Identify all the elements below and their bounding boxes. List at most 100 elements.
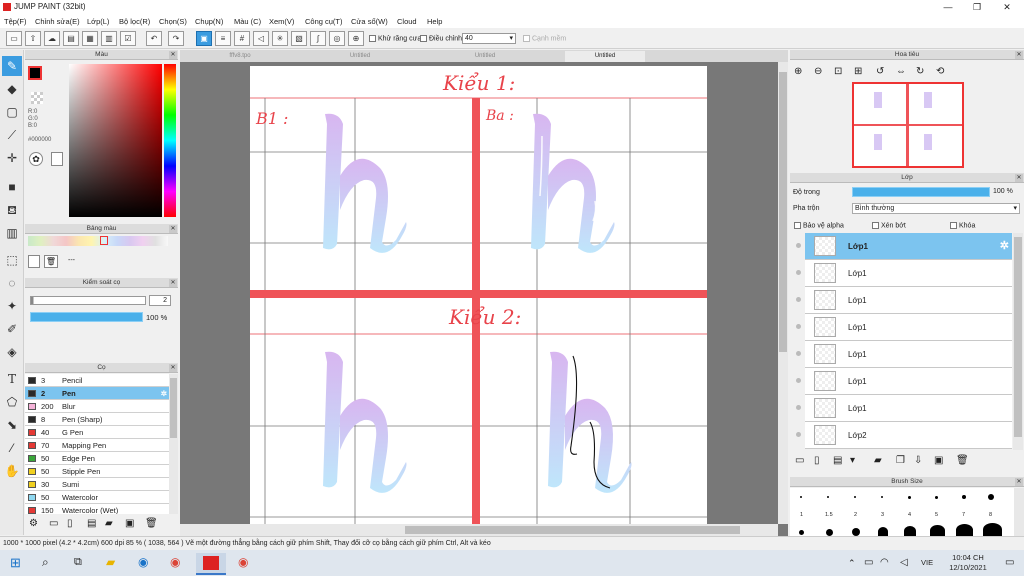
close-button[interactable]: ✕ [992, 0, 1022, 15]
close-icon[interactable]: ✕ [169, 364, 177, 372]
rotate-left-icon[interactable]: ↺ [876, 66, 884, 77]
folder-icon[interactable]: ▰ [874, 455, 882, 466]
task-view-icon[interactable]: ⧉ [74, 556, 82, 569]
hue-slider[interactable] [164, 64, 176, 217]
menu-layer[interactable]: Lớp(L) [87, 17, 109, 26]
eraser-tool-icon[interactable]: ◆ [2, 79, 22, 99]
close-icon[interactable]: ✕ [169, 279, 177, 287]
grid-icon[interactable]: # [234, 31, 250, 46]
text-tool-icon[interactable]: T [2, 369, 22, 389]
file-explorer-icon[interactable]: ▰ [106, 555, 115, 569]
fill-shape-icon[interactable]: ■ [2, 177, 22, 197]
soft-edge-checkbox[interactable]: Cạnh mềm [523, 35, 566, 42]
canvas-vertical-scrollbar[interactable] [778, 62, 788, 524]
size-dot[interactable] [827, 496, 829, 498]
grid-lines-icon[interactable]: ≡ [215, 31, 231, 46]
layer-row[interactable]: Lớp1 ✲ [796, 233, 1012, 260]
size-dot[interactable] [852, 528, 860, 536]
size-dot[interactable] [854, 496, 856, 498]
drawing-canvas[interactable]: Kiểu 1: B1 : Ba : Kiểu 2: [250, 66, 707, 524]
foreground-color-swatch[interactable] [28, 66, 42, 80]
close-icon[interactable]: ✕ [1015, 174, 1023, 182]
search-icon[interactable]: ⌕ [42, 555, 49, 570]
brush-export-icon[interactable]: ▣ [125, 518, 134, 529]
new-layer-1bit-icon[interactable]: ▤ [833, 455, 842, 466]
brush-item[interactable]: 50 Watercolor [25, 491, 169, 504]
saturation-value-picker[interactable] [69, 64, 162, 217]
redo-icon[interactable]: ↷ [168, 31, 184, 46]
menu-select[interactable]: Chọn(S) [159, 17, 187, 26]
brush-item[interactable]: 30 Sumi [25, 478, 169, 491]
layer-row[interactable]: Lớp1 [796, 341, 1012, 368]
reset-rotation-icon[interactable]: ⟲ [936, 66, 944, 77]
layer-row[interactable]: Lớp1 [796, 368, 1012, 395]
windows-start-icon[interactable]: ⊞ [10, 555, 21, 571]
folder-icon[interactable]: ▰ [105, 518, 113, 529]
new-icon[interactable]: ▭ [6, 31, 22, 46]
size-dot[interactable] [826, 529, 833, 536]
jump-paint-taskbar-button[interactable] [196, 553, 226, 575]
brush-item[interactable]: 3 Pencil [25, 374, 169, 387]
brush-item[interactable]: 8 Pen (Sharp) [25, 413, 169, 426]
trash-icon[interactable]: 🗑 [956, 455, 969, 466]
zoom-out-icon[interactable]: ⊖ [814, 66, 822, 77]
layer-opacity-slider[interactable] [852, 187, 990, 197]
eye-icon[interactable] [796, 405, 801, 410]
tab-document[interactable]: fffv8.tpo [200, 51, 280, 62]
navigator-preview[interactable] [852, 82, 964, 168]
close-icon[interactable]: ✕ [1015, 478, 1023, 486]
brush-item[interactable]: 2 Pen ✲ [25, 387, 169, 400]
brush-size-scrollbar[interactable] [1014, 488, 1024, 536]
move-tool-icon[interactable]: ✛ [2, 148, 22, 168]
layer-type-dropdown-icon[interactable]: ▾ [850, 455, 855, 466]
brush-new-icon[interactable]: ▯ [67, 518, 73, 529]
rotate-right-icon[interactable]: ↻ [916, 66, 924, 77]
menu-cloud[interactable]: Cloud [397, 17, 417, 26]
select-eraser-icon[interactable]: ◈ [2, 342, 22, 362]
merge-down-icon[interactable]: ⇩ [914, 455, 922, 466]
close-icon[interactable]: ✕ [169, 51, 177, 59]
menu-help[interactable]: Help [427, 17, 442, 26]
tab-untitled-3[interactable]: Untitled [565, 51, 645, 62]
chrome-icon[interactable]: ◉ [170, 555, 180, 569]
menu-view[interactable]: Xem(V) [269, 17, 294, 26]
size-dot[interactable] [956, 524, 973, 536]
menu-color[interactable]: Màu (C) [234, 17, 261, 26]
lasso-select-icon[interactable]: ⬚ [2, 250, 22, 270]
save-icon[interactable]: ▤ [63, 31, 79, 46]
layer-row[interactable]: Lớp1 [796, 395, 1012, 422]
eye-icon[interactable] [796, 432, 801, 437]
circle-ruler-icon[interactable]: ◎ [329, 31, 345, 46]
rectangle-select-icon[interactable]: ▢ [2, 102, 22, 122]
brush-item[interactable]: 150 Watercolor (Wet) [25, 504, 169, 514]
brush-list-scrollbar[interactable] [169, 374, 178, 514]
network-icon[interactable]: ▭ [864, 557, 873, 568]
brush-item[interactable]: 40 G Pen [25, 426, 169, 439]
canvas-horizontal-scrollbar[interactable] [180, 524, 778, 536]
size-dot[interactable] [988, 494, 994, 500]
layer-row[interactable]: Lớp1 [796, 260, 1012, 287]
gear-icon[interactable]: ✲ [1000, 239, 1009, 252]
brush-item[interactable]: 200 Blur [25, 400, 169, 413]
pattern-icon[interactable]: ▧ [291, 31, 307, 46]
symmetry-icon[interactable]: ⊕ [348, 31, 364, 46]
menu-filter[interactable]: Bộ lọc(R) [119, 17, 150, 26]
minimize-button[interactable]: — [933, 0, 963, 15]
background-color-swatch[interactable] [31, 92, 43, 104]
close-icon[interactable]: ✕ [1015, 51, 1023, 59]
fit-icon[interactable]: ⊡ [834, 66, 842, 77]
layer-row[interactable]: Lớp2 [796, 422, 1012, 449]
bucket-icon[interactable]: ⛾ [2, 200, 22, 220]
cloud-icon[interactable]: ☁ [44, 31, 60, 46]
layer-settings-icon[interactable]: ▣ [934, 455, 943, 466]
adjust-value-select[interactable]: 40 ▾ [462, 33, 516, 44]
lock-checkbox[interactable]: Khóa [950, 222, 975, 229]
blend-mode-select[interactable]: Bình thường ▾ [852, 203, 1020, 214]
menu-capture[interactable]: Chụp(N) [195, 17, 223, 26]
open-icon[interactable]: ⇧ [25, 31, 41, 46]
copy-layer-icon[interactable]: ❐ [896, 455, 905, 466]
operation-tool-icon[interactable]: ⬊ [2, 415, 22, 435]
color-mode-icon[interactable] [51, 152, 63, 166]
line-tool-icon[interactable]: ⟋ [2, 125, 22, 145]
brush-item[interactable]: 50 Stipple Pen [25, 465, 169, 478]
